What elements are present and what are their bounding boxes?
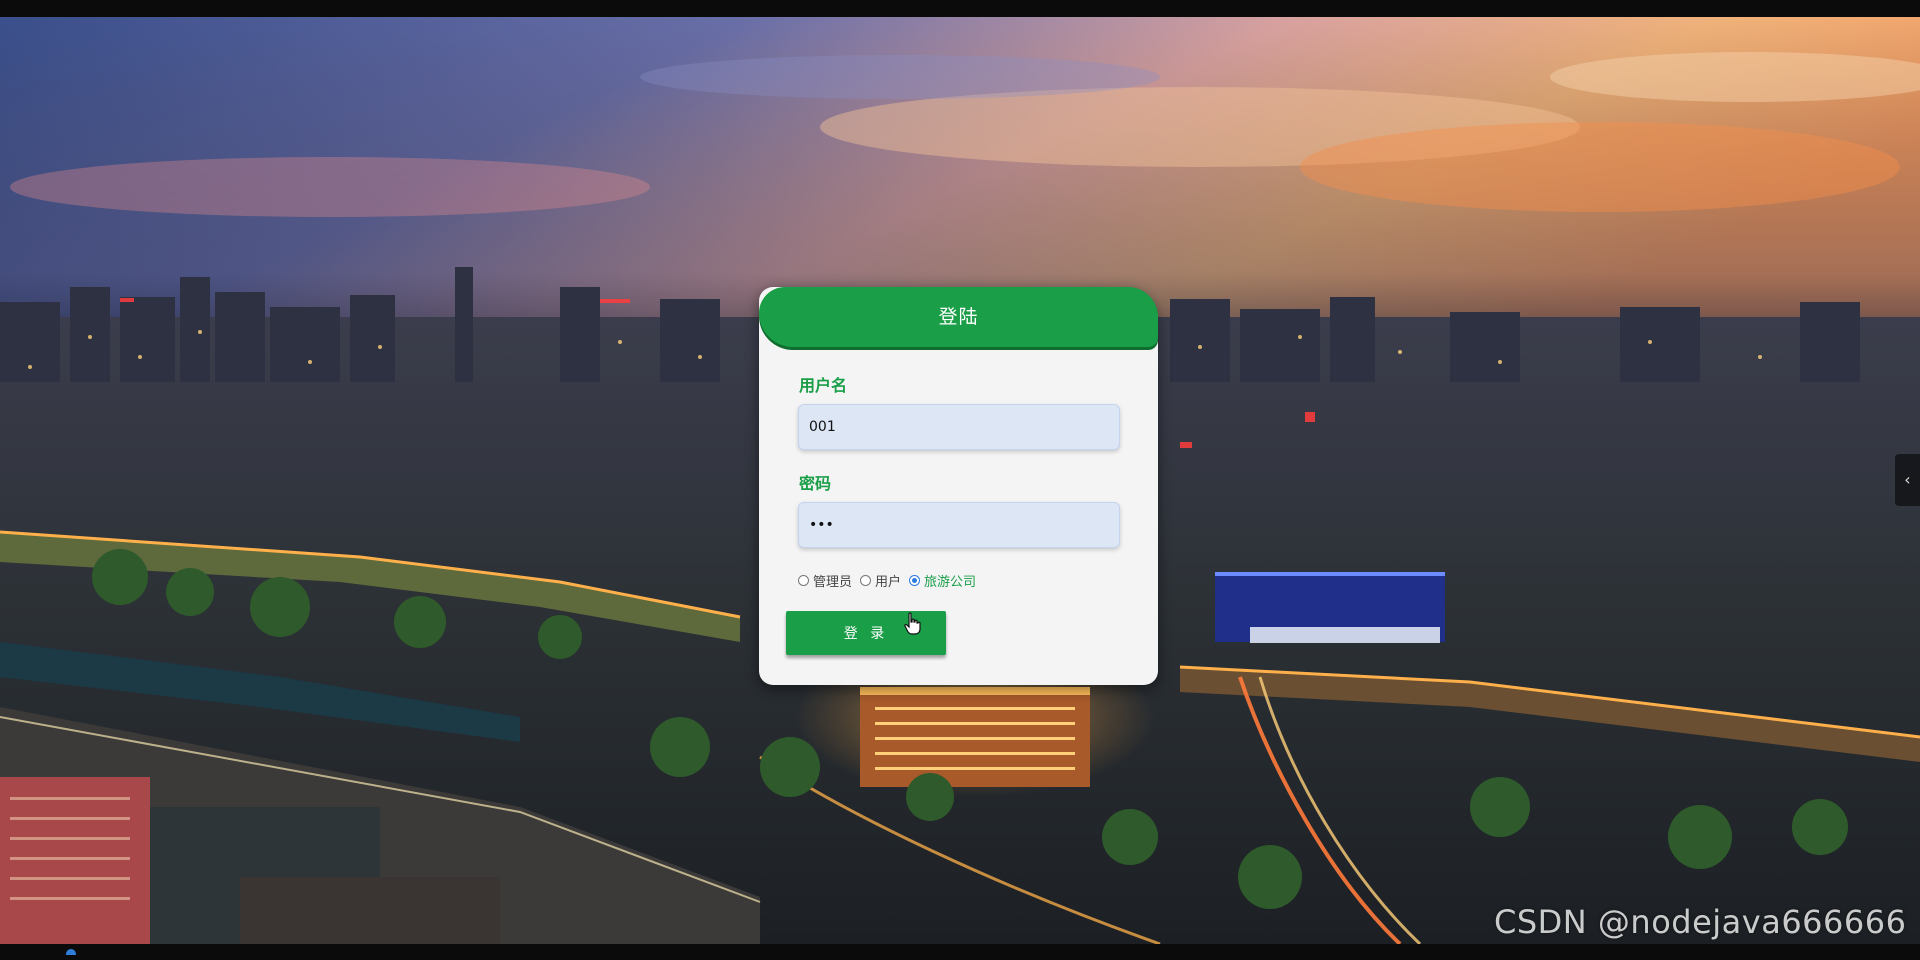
role-label-admin: 管理员 <box>813 574 853 590</box>
bottom-bar <box>0 944 1920 960</box>
role-option-admin[interactable]: 管理员 <box>798 571 852 590</box>
role-label-user: 用户 <box>875 574 902 590</box>
csdn-watermark: CSDN @nodejava666666 <box>1494 903 1907 941</box>
login-card: 登陆 用户名 密码 管理员 用户 旅游公司 登 录 <box>759 287 1158 685</box>
username-input[interactable] <box>798 404 1120 450</box>
role-label-travel-company: 旅游公司 <box>924 574 977 590</box>
taskbar-indicator <box>66 949 76 955</box>
password-input[interactable] <box>798 502 1120 548</box>
radio-checked-icon[interactable] <box>909 574 921 586</box>
username-label: 用户名 <box>799 376 848 395</box>
radio-icon[interactable] <box>798 574 809 586</box>
login-title: 登陆 <box>759 287 1158 347</box>
top-bar <box>0 0 1920 17</box>
role-radio-group: 管理员 用户 旅游公司 <box>798 571 984 590</box>
role-option-user[interactable]: 用户 <box>860 571 901 590</box>
hand-pointer-icon <box>904 612 921 635</box>
password-label: 密码 <box>799 474 832 493</box>
side-panel-toggle[interactable]: ‹ <box>1895 454 1920 506</box>
role-option-travel-company[interactable]: 旅游公司 <box>909 571 976 590</box>
radio-icon[interactable] <box>860 574 872 586</box>
